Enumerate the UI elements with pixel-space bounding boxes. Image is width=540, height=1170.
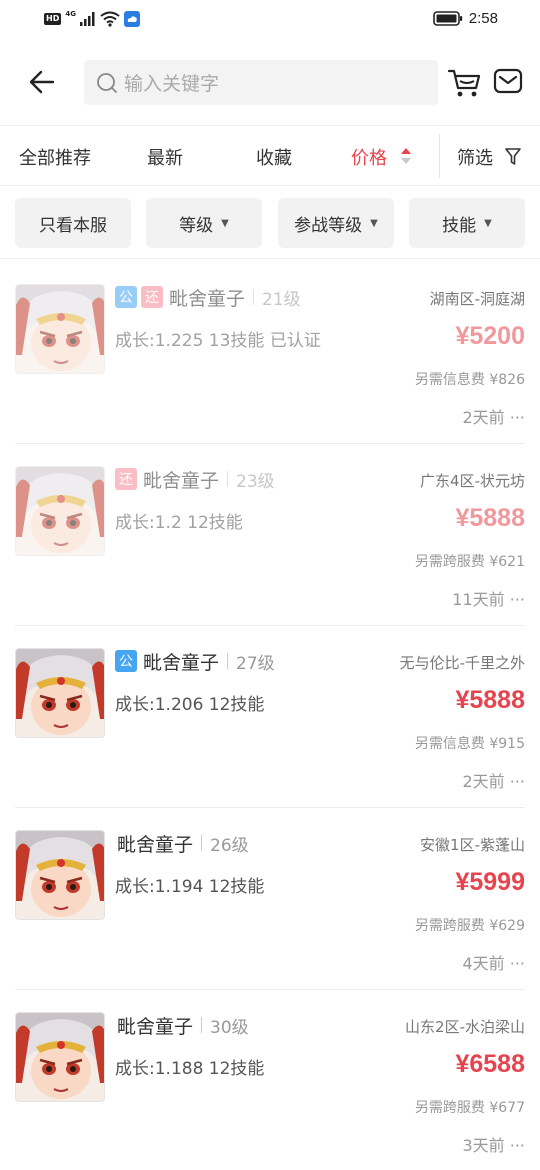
pet-level: 26级 (210, 835, 249, 856)
server-name: 湖南区-洞庭湖 (429, 290, 525, 308)
listing-item[interactable]: 公还毗舍童子 21级成长:1.225 13技能 已认证 湖南区-洞庭湖 ¥5200 另需… (15, 262, 525, 444)
hd-indicator: HD (44, 13, 62, 25)
chip-label: 参战等级 (294, 215, 363, 236)
divider (201, 835, 203, 851)
pet-avatar (15, 830, 105, 920)
filter-same-server[interactable]: 只看本服 (15, 198, 131, 248)
extra-fee: 另需信息费 ¥915 (414, 736, 525, 752)
price: ¥5200 (455, 322, 525, 350)
sort-arrows-icon (401, 148, 411, 164)
caret-down-icon: ▼ (370, 217, 378, 229)
tab-all-recommended[interactable]: 全部推荐 (19, 144, 91, 170)
pet-name: 毗舍童子 (143, 469, 220, 492)
return-badge: 还 (115, 468, 137, 490)
server-name: 安徽1区-紫蓬山 (420, 836, 525, 854)
tab-filter[interactable]: 筛选 (457, 144, 493, 170)
tab-favorites[interactable]: 收藏 (256, 144, 292, 170)
name-row: 还毗舍童子 23级 (115, 466, 275, 492)
listing-item[interactable]: 还毗舍童子 23级成长:1.2 12技能 广东4区-状元坊 ¥5888 另需跨服费 ¥6… (15, 444, 525, 626)
pet-name: 毗舍童子 (169, 287, 246, 310)
filter-level[interactable]: 等级 ▼ (146, 198, 262, 248)
divider (201, 1017, 203, 1033)
listing-item[interactable]: 毗舍童子 26级成长:1.194 12技能 安徽1区-紫蓬山 ¥5999 另需跨服费 ¥… (15, 808, 525, 990)
divider (439, 134, 440, 178)
pet-avatar (15, 648, 105, 738)
pet-name: 毗舍童子 (117, 833, 194, 856)
server-name: 无与伦比-千里之外 (399, 654, 525, 672)
public-badge: 公 (115, 286, 137, 308)
filter-row: 只看本服 等级 ▼ 参战等级 ▼ 技能 ▼ (0, 197, 540, 259)
listed-time[interactable]: 3天前 ··· (462, 1132, 525, 1156)
server-name: 山东2区-水泊梁山 (405, 1018, 525, 1036)
pet-avatar (15, 466, 105, 556)
pet-level: 23级 (236, 471, 275, 492)
chip-label: 只看本服 (39, 215, 107, 236)
cart-icon (447, 69, 481, 97)
price: ¥5888 (455, 686, 525, 714)
pet-level: 21级 (262, 289, 301, 310)
extra-fee: 另需跨服费 ¥629 (414, 918, 525, 934)
cart-button[interactable] (447, 64, 483, 100)
pet-description: 成长:1.188 12技能 (115, 1059, 265, 1079)
listing-item[interactable]: 公毗舍童子 27级成长:1.206 12技能 无与伦比-千里之外 ¥5888 另需信息费… (15, 626, 525, 808)
extra-fee: 另需跨服费 ¥677 (414, 1100, 525, 1116)
name-row: 公还毗舍童子 21级 (115, 284, 301, 310)
listed-time[interactable]: 2天前 ··· (462, 404, 525, 428)
filter-skills[interactable]: 技能 ▼ (409, 198, 525, 248)
network-type: 4G (65, 10, 76, 18)
price: ¥6588 (455, 1050, 525, 1078)
chip-label: 技能 (442, 215, 477, 236)
caret-down-icon: ▼ (221, 217, 229, 229)
search-placeholder: 输入关键字 (124, 73, 220, 95)
pet-avatar (15, 1012, 105, 1102)
pet-description: 成长:1.225 13技能 已认证 (115, 331, 321, 351)
chip-label: 等级 (179, 215, 214, 236)
pet-description: 成长:1.206 12技能 (115, 695, 265, 715)
divider (253, 289, 255, 305)
price: ¥5999 (455, 868, 525, 896)
listed-time[interactable]: 4天前 ··· (462, 950, 525, 974)
weather-app-icon (123, 11, 140, 27)
battery-icon (432, 11, 462, 26)
pet-level: 30级 (210, 1017, 249, 1038)
sort-bar: 全部推荐 最新 收藏 价格 筛选 (0, 125, 540, 186)
pet-avatar (15, 284, 105, 374)
arrow-left-icon (29, 70, 55, 94)
wifi-icon (100, 11, 120, 27)
pet-name: 毗舍童子 (143, 651, 220, 674)
extra-fee: 另需信息费 ¥826 (414, 372, 525, 388)
filter-battle-level[interactable]: 参战等级 ▼ (278, 198, 394, 248)
divider (227, 653, 229, 669)
caret-down-icon: ▼ (484, 217, 492, 229)
listing-item[interactable]: 毗舍童子 30级成长:1.188 12技能 山东2区-水泊梁山 ¥6588 另需跨服费 … (15, 990, 525, 1170)
divider (227, 471, 229, 487)
message-button[interactable] (493, 66, 525, 98)
tab-price[interactable]: 价格 (351, 144, 387, 170)
listed-time[interactable]: 11天前 ··· (452, 586, 525, 610)
search-icon (97, 72, 117, 93)
public-badge: 公 (115, 650, 137, 672)
signal-icon (79, 12, 95, 26)
pet-description: 成长:1.194 12技能 (115, 877, 265, 897)
tab-newest[interactable]: 最新 (147, 144, 183, 170)
clock: 2:58 (468, 10, 498, 27)
name-row: 毗舍童子 26级 (115, 830, 249, 856)
return-badge: 还 (141, 286, 163, 308)
listed-time[interactable]: 2天前 ··· (462, 768, 525, 792)
filter-icon (505, 148, 521, 165)
search-input[interactable]: 输入关键字 (84, 60, 438, 105)
name-row: 毗舍童子 30级 (115, 1012, 249, 1038)
back-button[interactable] (24, 64, 60, 100)
price: ¥5888 (455, 504, 525, 532)
status-bar: HD 4G 2:58 (0, 0, 540, 42)
name-row: 公毗舍童子 27级 (115, 648, 275, 674)
pet-level: 27级 (236, 653, 275, 674)
mail-icon (493, 68, 523, 94)
extra-fee: 另需跨服费 ¥621 (414, 554, 525, 570)
pet-name: 毗舍童子 (117, 1015, 194, 1038)
server-name: 广东4区-状元坊 (420, 472, 525, 490)
top-nav: 输入关键字 (0, 56, 540, 110)
pet-description: 成长:1.2 12技能 (115, 513, 243, 533)
